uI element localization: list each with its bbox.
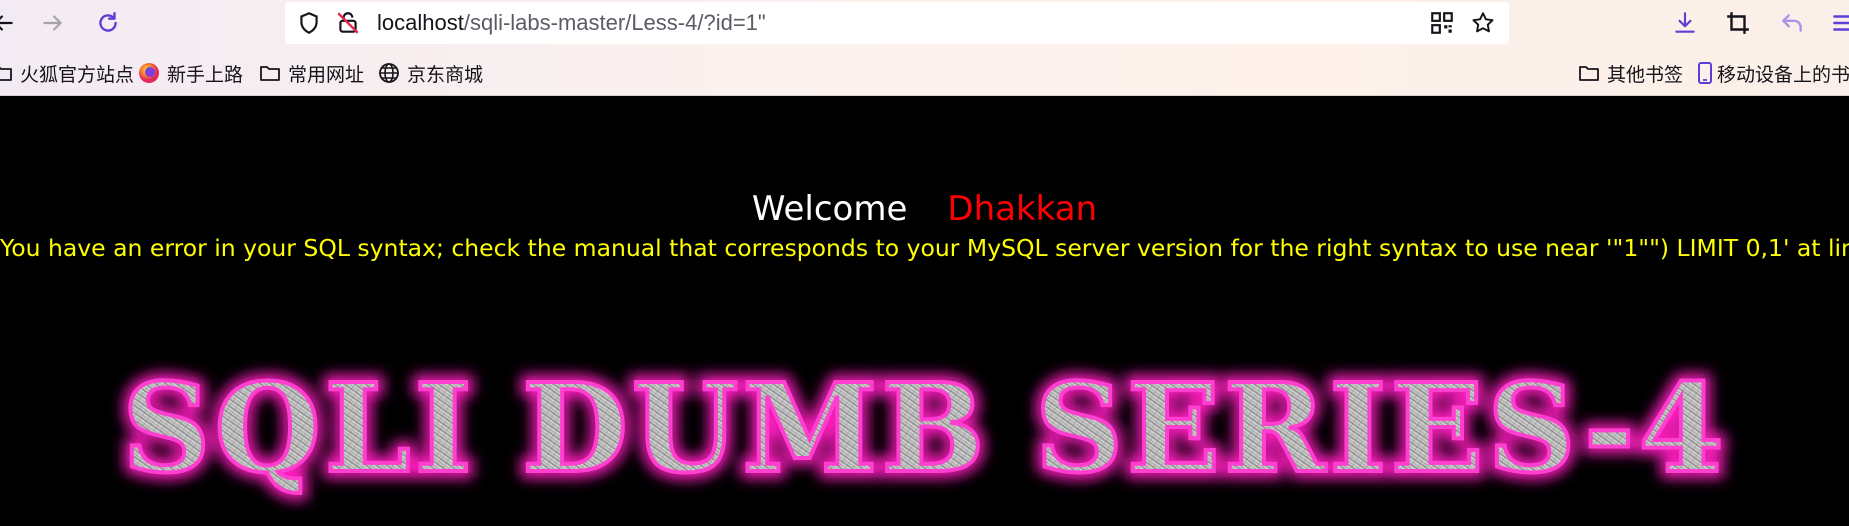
menu-button[interactable] [1826, 6, 1849, 40]
bookmark-common-sites[interactable]: 常用网址 [258, 58, 364, 88]
bookmark-label: 京东商城 [407, 64, 484, 86]
undo-icon [1782, 14, 1802, 32]
shield-icon[interactable] [296, 10, 322, 36]
url-text[interactable]: localhost/sqli-labs-master/Less-4/?id=1" [377, 11, 766, 35]
downloads-button[interactable] [1668, 6, 1702, 40]
screenshot-button[interactable] [1721, 6, 1755, 40]
folder-icon [0, 61, 14, 85]
url-host: localhost [377, 10, 464, 35]
bookmark-label: 火狐官方站点 [20, 64, 135, 86]
reload-icon [99, 12, 117, 32]
star-icon[interactable] [1470, 10, 1496, 36]
bookmark-getting-started[interactable]: 新手上路 [137, 58, 243, 88]
forward-arrow-icon [43, 15, 63, 31]
welcome-line: Welcome Dhakkan [0, 188, 1849, 230]
insecure-lock-icon[interactable] [335, 10, 361, 36]
bookmark-mobile[interactable]: 移动设备上的书 [1696, 58, 1849, 88]
hamburger-menu-icon [1833, 15, 1849, 31]
globe-icon [377, 61, 401, 85]
browser-chrome: localhost/sqli-labs-master/Less-4/?id=1"… [0, 0, 1849, 96]
banner-image: SQLI DUMB SERIES-4 SQLI DUMB SERIES-4 [115, 349, 1730, 507]
crop-icon [1727, 12, 1749, 34]
series-banner: SQLI DUMB SERIES-4 SQLI DUMB SERIES-4 [115, 349, 1730, 507]
undo-button[interactable] [1775, 6, 1809, 40]
back-arrow-icon [0, 15, 13, 31]
mobile-icon [1696, 61, 1714, 85]
bookmark-label: 其他书签 [1607, 64, 1684, 86]
sql-error-message: You have an error in your SQL syntax; ch… [0, 234, 1849, 262]
url-bar[interactable]: localhost/sqli-labs-master/Less-4/?id=1" [285, 2, 1509, 44]
firefox-icon [137, 61, 161, 85]
back-button[interactable] [0, 6, 20, 40]
banner-title: SQLI DUMB SERIES-4 [122, 356, 1727, 500]
reload-button[interactable] [91, 6, 125, 40]
welcome-name: Dhakkan [947, 189, 1098, 229]
bookmark-firefox-official[interactable]: 火狐官方站点 [0, 58, 134, 88]
bookmark-label: 移动设备上的书 [1717, 64, 1849, 86]
page-content: Welcome Dhakkan You have an error in your… [0, 96, 1849, 507]
url-path: /sqli-labs-master/Less-4/?id=1" [463, 10, 766, 35]
download-icon [1675, 12, 1695, 33]
forward-button[interactable] [36, 6, 70, 40]
bookmark-label: 常用网址 [288, 64, 365, 86]
bookmark-jd[interactable]: 京东商城 [377, 58, 483, 88]
welcome-text: Welcome [751, 189, 908, 229]
bookmark-other[interactable]: 其他书签 [1577, 58, 1683, 88]
folder-icon [258, 61, 282, 85]
folder-icon [1577, 61, 1601, 85]
bookmark-label: 新手上路 [167, 64, 244, 86]
qr-code-icon[interactable] [1429, 10, 1455, 36]
